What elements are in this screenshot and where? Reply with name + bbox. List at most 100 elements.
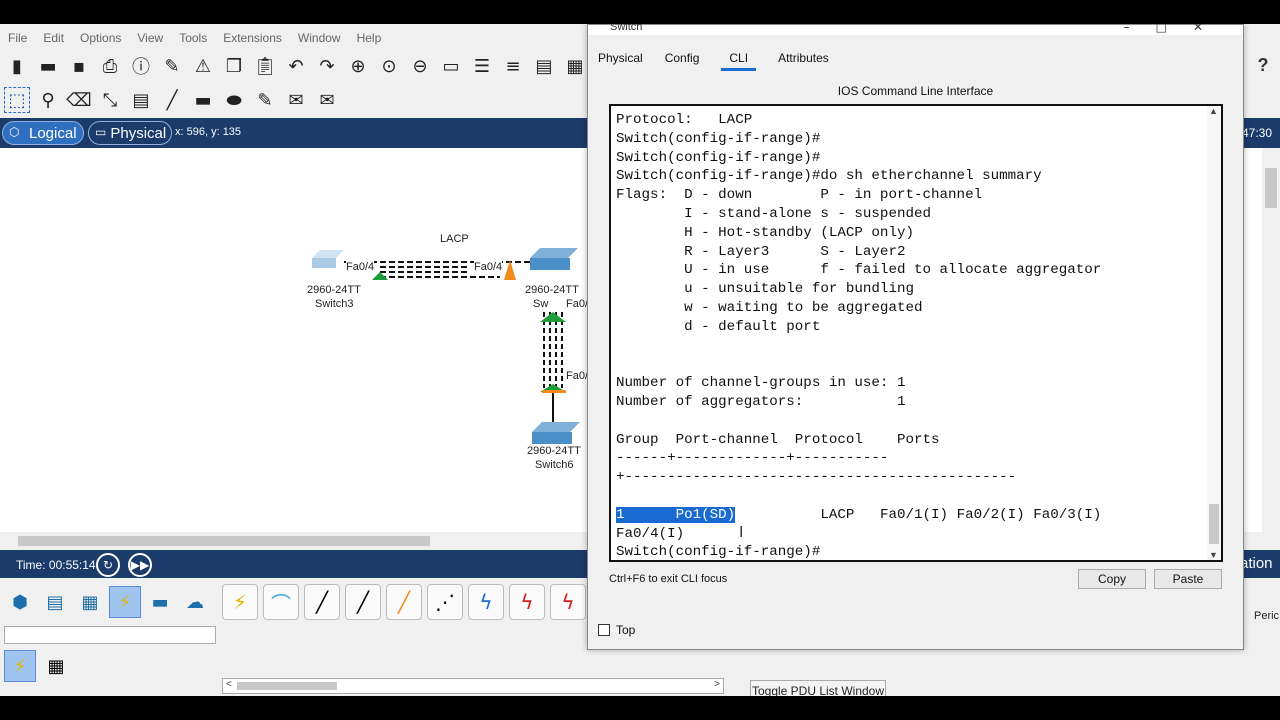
zoom-out-icon[interactable]: ⊖ xyxy=(407,53,433,79)
vertical-etherchannel-link[interactable] xyxy=(543,312,563,424)
cluster-icon[interactable]: ▦ xyxy=(562,53,588,79)
scroll-left-arrow-icon[interactable]: < xyxy=(226,679,232,690)
canvas-vertical-scroll-thumb[interactable] xyxy=(1265,168,1277,208)
top-checkbox[interactable]: Top xyxy=(598,623,635,637)
connections-icon[interactable]: ⚡ xyxy=(109,586,141,618)
new-file-icon[interactable]: ▮ xyxy=(4,53,30,79)
multiuser-icon[interactable]: ☁ xyxy=(179,586,211,618)
minimize-icon[interactable]: – xyxy=(1124,24,1156,34)
copy-icon[interactable]: ❐ xyxy=(221,53,247,79)
terminal-output[interactable]: Protocol: LACP Switch(config-if-range)# … xyxy=(616,111,1101,560)
serial-dte-icon[interactable]: ϟ xyxy=(550,584,586,620)
cli-terminal[interactable]: Protocol: LACP Switch(config-if-range)# … xyxy=(609,104,1223,562)
menu-options[interactable]: Options xyxy=(72,28,129,48)
switch3-icon[interactable] xyxy=(312,250,344,268)
switch-main-icon[interactable] xyxy=(530,248,578,270)
power-cycle-icon[interactable]: ↻ xyxy=(96,553,120,577)
scroll-down-arrow-icon[interactable]: ▼ xyxy=(1209,550,1218,560)
add-complex-pdu-icon[interactable]: ✉ xyxy=(314,87,340,113)
menu-tools[interactable]: Tools xyxy=(171,28,215,48)
print-icon[interactable]: ⎙ xyxy=(97,53,123,79)
notes-icon[interactable]: ≡ xyxy=(500,53,526,79)
network-wizard-icon[interactable]: ✎ xyxy=(159,53,185,79)
tab-attributes[interactable]: Attributes xyxy=(778,51,829,71)
miscellaneous-icon[interactable]: ▬ xyxy=(144,586,176,618)
straight-through-cable-icon[interactable]: ╱ xyxy=(304,584,340,620)
drawing-palette-icon[interactable]: ▭ xyxy=(438,53,464,79)
menu-view[interactable]: View xyxy=(129,28,171,48)
resize-icon[interactable]: ⤡ xyxy=(97,87,123,113)
menu-bar: File Edit Options View Tools Extensions … xyxy=(0,28,389,48)
terminal-prompt[interactable]: Switch(config-if-range)# xyxy=(616,544,820,560)
close-icon[interactable]: ✕ xyxy=(1193,24,1229,34)
tab-cli[interactable]: CLI xyxy=(721,51,757,71)
help-icon[interactable]: ? xyxy=(1252,52,1274,78)
switch6-model: 2960-24TT xyxy=(527,445,581,457)
fast-forward-icon[interactable]: ▶▶ xyxy=(128,553,152,577)
top-checkbox-box[interactable] xyxy=(598,624,610,636)
terminal-scroll-thumb[interactable] xyxy=(1209,504,1219,544)
coaxial-cable-icon[interactable]: ϟ xyxy=(468,584,504,620)
switch6-icon[interactable] xyxy=(532,422,580,444)
paste-button[interactable]: Paste xyxy=(1154,569,1222,589)
phone-cable-icon[interactable]: ⋰ xyxy=(427,584,463,620)
info-icon[interactable]: ⓘ xyxy=(128,53,154,79)
select-icon[interactable]: ⬚ xyxy=(4,87,30,113)
delete-icon[interactable]: ⌫ xyxy=(66,87,92,113)
tab-physical[interactable]: Physical xyxy=(598,51,643,71)
cursor-coords: x: 596, y: 135 xyxy=(175,126,242,138)
fiber-cable-icon[interactable]: ╱ xyxy=(386,584,422,620)
switch6-name: Switch6 xyxy=(535,459,574,471)
connection-types-scroll-thumb[interactable] xyxy=(237,682,337,690)
console-cable-icon[interactable]: ⌒ xyxy=(263,584,299,620)
ellipse-icon[interactable]: ⬬ xyxy=(221,87,247,113)
menu-window[interactable]: Window xyxy=(290,28,349,48)
terminal-selection[interactable]: 1 Po1(SD) xyxy=(616,506,736,523)
structured-cabling-icon[interactable]: ▦ xyxy=(40,650,72,682)
rectangle-icon[interactable]: ▬ xyxy=(190,87,216,113)
maximize-icon[interactable]: □ xyxy=(1156,24,1193,34)
connection-types-scrollbar[interactable]: < > xyxy=(222,678,724,694)
zoom-reset-icon[interactable]: ⊙ xyxy=(376,53,402,79)
custom-device-icon[interactable]: ☰ xyxy=(469,53,495,79)
menu-file[interactable]: File xyxy=(0,28,35,48)
redo-icon[interactable]: ↷ xyxy=(314,53,340,79)
logical-tab[interactable]: ⬡ Logical xyxy=(2,121,84,145)
physical-tab[interactable]: ▭ Physical xyxy=(88,121,172,145)
inspect-icon[interactable]: ⚲ xyxy=(35,87,61,113)
line-icon[interactable]: ╱ xyxy=(159,87,185,113)
scroll-right-arrow-icon[interactable]: > xyxy=(714,679,720,690)
end-devices-icon[interactable]: ▤ xyxy=(39,586,71,618)
auto-connection-icon[interactable]: ⚡ xyxy=(222,584,258,620)
open-folder-icon[interactable]: ▬ xyxy=(35,53,61,79)
menu-help[interactable]: Help xyxy=(349,28,390,48)
connections-sub-icon[interactable]: ⚡ xyxy=(4,650,36,682)
screen-bottom-border xyxy=(0,696,1280,720)
network-devices-icon[interactable]: ⬢ xyxy=(4,586,36,618)
canvas-horizontal-scroll-thumb[interactable] xyxy=(18,536,430,546)
undo-icon[interactable]: ↶ xyxy=(283,53,309,79)
serial-dce-icon[interactable]: ϟ xyxy=(509,584,545,620)
terminal-scrollbar[interactable]: ▲ ▼ xyxy=(1207,106,1221,560)
zoom-in-icon[interactable]: ⊕ xyxy=(345,53,371,79)
canvas-vertical-scrollbar[interactable] xyxy=(1262,148,1280,538)
tab-config[interactable]: Config xyxy=(665,51,700,71)
realtime-tab-fragment[interactable]: ation xyxy=(1240,555,1273,572)
crossover-cable-icon[interactable]: ╱ xyxy=(345,584,381,620)
periodic-column-fragment: Peric xyxy=(1254,610,1280,622)
save-icon[interactable]: ▪ xyxy=(66,53,92,79)
toggle-pdu-list-button[interactable]: Toggle PDU List Window xyxy=(750,680,886,696)
scroll-up-arrow-icon[interactable]: ▲ xyxy=(1209,106,1218,116)
device-search-input[interactable] xyxy=(4,626,216,644)
paste-icon[interactable]: 📋︎ xyxy=(252,53,278,79)
copy-button[interactable]: Copy xyxy=(1078,569,1146,589)
add-pdu-icon[interactable]: ✉ xyxy=(283,87,309,113)
menu-edit[interactable]: Edit xyxy=(35,28,72,48)
note-icon[interactable]: ▤ xyxy=(128,87,154,113)
components-icon[interactable]: ▦ xyxy=(74,586,106,618)
server-icon[interactable]: ▤ xyxy=(531,53,557,79)
topology-drawing xyxy=(312,248,580,444)
freeform-icon[interactable]: ✎ xyxy=(252,87,278,113)
activity-wizard-icon[interactable]: ⚠ xyxy=(190,53,216,79)
menu-extensions[interactable]: Extensions xyxy=(215,28,290,48)
